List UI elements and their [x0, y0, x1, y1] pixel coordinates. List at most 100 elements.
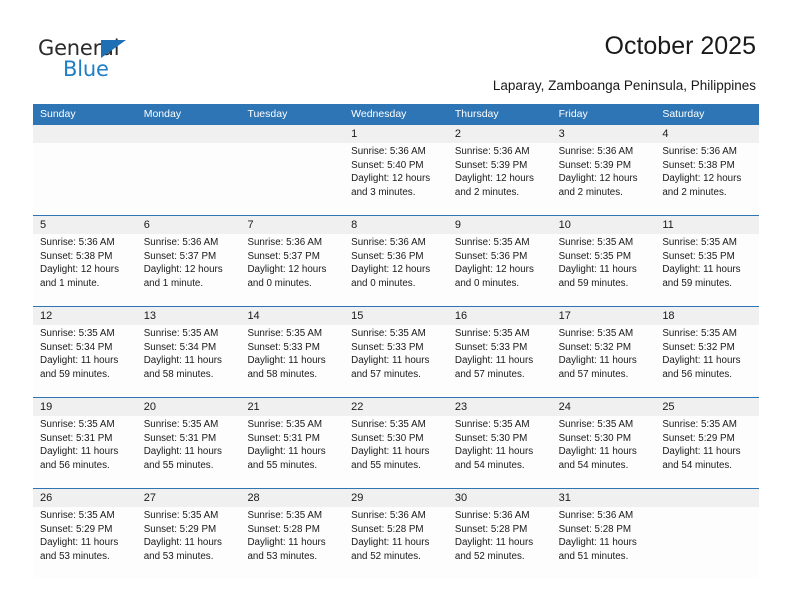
weekday-header-wednesday: Wednesday: [351, 108, 407, 120]
day-number[interactable]: 8: [344, 216, 448, 234]
day-sunset-text: Sunset: 5:28 PM: [454, 523, 528, 535]
day-sunrise-text: Sunrise: 5:35 AM: [351, 328, 426, 339]
day-cell[interactable]: Sunrise: 5:35 AM Sunset: 5:33 PM Daylight:…: [344, 325, 448, 397]
day-sunset-text: Sunset: 5:29 PM: [40, 523, 113, 535]
day-number[interactable]: 12: [33, 307, 137, 325]
day-number[interactable]: 27: [137, 489, 241, 507]
day-cell[interactable]: Sunrise: 5:36 AM Sunset: 5:28 PM Daylight:…: [344, 507, 448, 579]
day-sunrise-text: Sunrise: 5:35 AM: [40, 419, 115, 430]
day-number[interactable]: 16: [448, 307, 552, 325]
day-number[interactable]: 17: [552, 307, 656, 325]
day-number[interactable]: 20: [137, 398, 241, 416]
day-cell[interactable]: Sunrise: 5:36 AM Sunset: 5:38 PM Daylight:…: [33, 234, 137, 306]
day-cell[interactable]: Sunrise: 5:35 AM Sunset: 5:36 PM Daylight:…: [448, 234, 552, 306]
day-daylight-b-text: and 52 minutes.: [454, 550, 525, 562]
day-number[interactable]: 9: [448, 216, 552, 234]
day-cell[interactable]: Sunrise: 5:35 AM Sunset: 5:34 PM Daylight:…: [33, 325, 137, 397]
day-number[interactable]: 1: [344, 125, 448, 143]
day-number-empty: [33, 125, 137, 143]
day-number[interactable]: 23: [448, 398, 552, 416]
day-number[interactable]: 24: [552, 398, 656, 416]
day-number[interactable]: 26: [33, 489, 137, 507]
day-daylight-b-text: and 57 minutes.: [558, 368, 629, 380]
calendar-week-row: 1 2 3 4 Sunrise: 5:36 AM Sunset: 5:40 PM Dayli…: [33, 125, 759, 215]
day-cell-empty: [137, 143, 241, 215]
day-number[interactable]: 4: [655, 125, 759, 143]
day-cell[interactable]: Sunrise: 5:35 AM Sunset: 5:29 PM Daylight:…: [655, 416, 759, 488]
day-cell[interactable]: Sunrise: 5:35 AM Sunset: 5:31 PM Daylight:…: [33, 416, 137, 488]
day-number[interactable]: 7: [240, 216, 344, 234]
day-number-empty: [655, 489, 759, 507]
day-cell[interactable]: Sunrise: 5:36 AM Sunset: 5:28 PM Daylight:…: [448, 507, 552, 579]
day-number[interactable]: 28: [240, 489, 344, 507]
day-daylight-a-text: Daylight: 11 hours: [662, 264, 741, 276]
day-cell[interactable]: Sunrise: 5:36 AM Sunset: 5:38 PM Daylight:…: [655, 143, 759, 215]
day-cell[interactable]: Sunrise: 5:36 AM Sunset: 5:37 PM Daylight:…: [240, 234, 344, 306]
day-number[interactable]: 15: [344, 307, 448, 325]
day-cell[interactable]: Sunrise: 5:35 AM Sunset: 5:35 PM Daylight:…: [552, 234, 656, 306]
day-cell[interactable]: Sunrise: 5:35 AM Sunset: 5:31 PM Daylight:…: [137, 416, 241, 488]
week-detail-band: Sunrise: 5:36 AM Sunset: 5:40 PM Daylight:…: [33, 143, 759, 215]
day-daylight-a-text: Daylight: 11 hours: [351, 537, 430, 549]
day-sunrise-text: Sunrise: 5:35 AM: [247, 328, 323, 339]
day-cell[interactable]: Sunrise: 5:36 AM Sunset: 5:36 PM Daylight:…: [344, 234, 448, 306]
day-cell[interactable]: Sunrise: 5:35 AM Sunset: 5:33 PM Daylight:…: [240, 325, 344, 397]
day-number[interactable]: 5: [33, 216, 137, 234]
day-number[interactable]: 19: [33, 398, 137, 416]
day-cell[interactable]: Sunrise: 5:35 AM Sunset: 5:28 PM Daylight:…: [240, 507, 344, 579]
day-number[interactable]: 18: [655, 307, 759, 325]
day-cell[interactable]: Sunrise: 5:35 AM Sunset: 5:30 PM Daylight:…: [448, 416, 552, 488]
day-number[interactable]: 11: [655, 216, 759, 234]
day-cell[interactable]: Sunrise: 5:35 AM Sunset: 5:29 PM Daylight:…: [137, 507, 241, 579]
day-sunrise-text: Sunrise: 5:35 AM: [558, 237, 634, 248]
day-cell[interactable]: Sunrise: 5:35 AM Sunset: 5:32 PM Daylight:…: [655, 325, 759, 397]
page-title: October 2025: [604, 32, 757, 60]
week-detail-band: Sunrise: 5:36 AM Sunset: 5:38 PM Daylight:…: [33, 234, 759, 306]
day-cell[interactable]: Sunrise: 5:35 AM Sunset: 5:31 PM Daylight:…: [240, 416, 344, 488]
day-number[interactable]: 21: [240, 398, 344, 416]
day-number[interactable]: 29: [344, 489, 448, 507]
day-number[interactable]: 6: [137, 216, 241, 234]
day-cell[interactable]: Sunrise: 5:35 AM Sunset: 5:29 PM Daylight:…: [33, 507, 137, 579]
calendar-weeks: 1 2 3 4 Sunrise: 5:36 AM Sunset: 5:40 PM Dayli…: [33, 125, 759, 579]
day-cell[interactable]: Sunrise: 5:36 AM Sunset: 5:40 PM Daylight:…: [344, 143, 448, 215]
day-sunset-text: Sunset: 5:35 PM: [662, 250, 735, 262]
day-cell[interactable]: Sunrise: 5:35 AM Sunset: 5:30 PM Daylight:…: [344, 416, 448, 488]
day-daylight-a-text: Daylight: 11 hours: [40, 355, 119, 367]
day-cell[interactable]: Sunrise: 5:36 AM Sunset: 5:39 PM Daylight:…: [552, 143, 656, 215]
week-date-number-band: 12 13 14 15 16 17 18: [33, 307, 759, 325]
day-number[interactable]: 31: [552, 489, 656, 507]
day-number[interactable]: 13: [137, 307, 241, 325]
day-cell[interactable]: Sunrise: 5:35 AM Sunset: 5:35 PM Daylight:…: [655, 234, 759, 306]
day-number[interactable]: 10: [552, 216, 656, 234]
day-daylight-b-text: and 56 minutes.: [40, 459, 110, 471]
day-cell[interactable]: Sunrise: 5:36 AM Sunset: 5:39 PM Daylight:…: [448, 143, 552, 215]
day-number[interactable]: 25: [655, 398, 759, 416]
day-sunset-text: Sunset: 5:36 PM: [454, 250, 528, 262]
day-sunrise-text: Sunrise: 5:36 AM: [40, 237, 115, 248]
day-cell[interactable]: Sunrise: 5:36 AM Sunset: 5:28 PM Daylight:…: [552, 507, 656, 579]
day-daylight-b-text: and 51 minutes.: [558, 550, 629, 562]
generalblue-logo[interactable]: General Blue: [38, 36, 218, 86]
day-sunrise-text: Sunrise: 5:35 AM: [40, 510, 115, 521]
day-sunrise-text: Sunrise: 5:35 AM: [40, 328, 115, 339]
day-daylight-b-text: and 55 minutes.: [247, 459, 318, 471]
day-daylight-a-text: Daylight: 12 hours: [247, 264, 327, 276]
day-cell[interactable]: Sunrise: 5:35 AM Sunset: 5:33 PM Daylight:…: [448, 325, 552, 397]
day-sunset-text: Sunset: 5:39 PM: [558, 159, 632, 171]
day-cell[interactable]: Sunrise: 5:35 AM Sunset: 5:34 PM Daylight:…: [137, 325, 241, 397]
day-sunrise-text: Sunrise: 5:35 AM: [247, 419, 323, 430]
day-cell[interactable]: Sunrise: 5:36 AM Sunset: 5:37 PM Daylight:…: [137, 234, 241, 306]
day-sunset-text: Sunset: 5:30 PM: [351, 432, 424, 444]
day-sunrise-text: Sunrise: 5:36 AM: [143, 237, 219, 248]
day-daylight-b-text: and 2 minutes.: [454, 186, 520, 198]
day-number[interactable]: 30: [448, 489, 552, 507]
day-number[interactable]: 22: [344, 398, 448, 416]
day-sunrise-text: Sunrise: 5:35 AM: [662, 237, 737, 248]
day-number[interactable]: 3: [552, 125, 656, 143]
day-number[interactable]: 14: [240, 307, 344, 325]
day-number[interactable]: 2: [448, 125, 552, 143]
day-cell[interactable]: Sunrise: 5:35 AM Sunset: 5:32 PM Daylight:…: [552, 325, 656, 397]
day-cell[interactable]: Sunrise: 5:35 AM Sunset: 5:30 PM Daylight:…: [552, 416, 656, 488]
day-daylight-a-text: Daylight: 11 hours: [558, 355, 637, 367]
